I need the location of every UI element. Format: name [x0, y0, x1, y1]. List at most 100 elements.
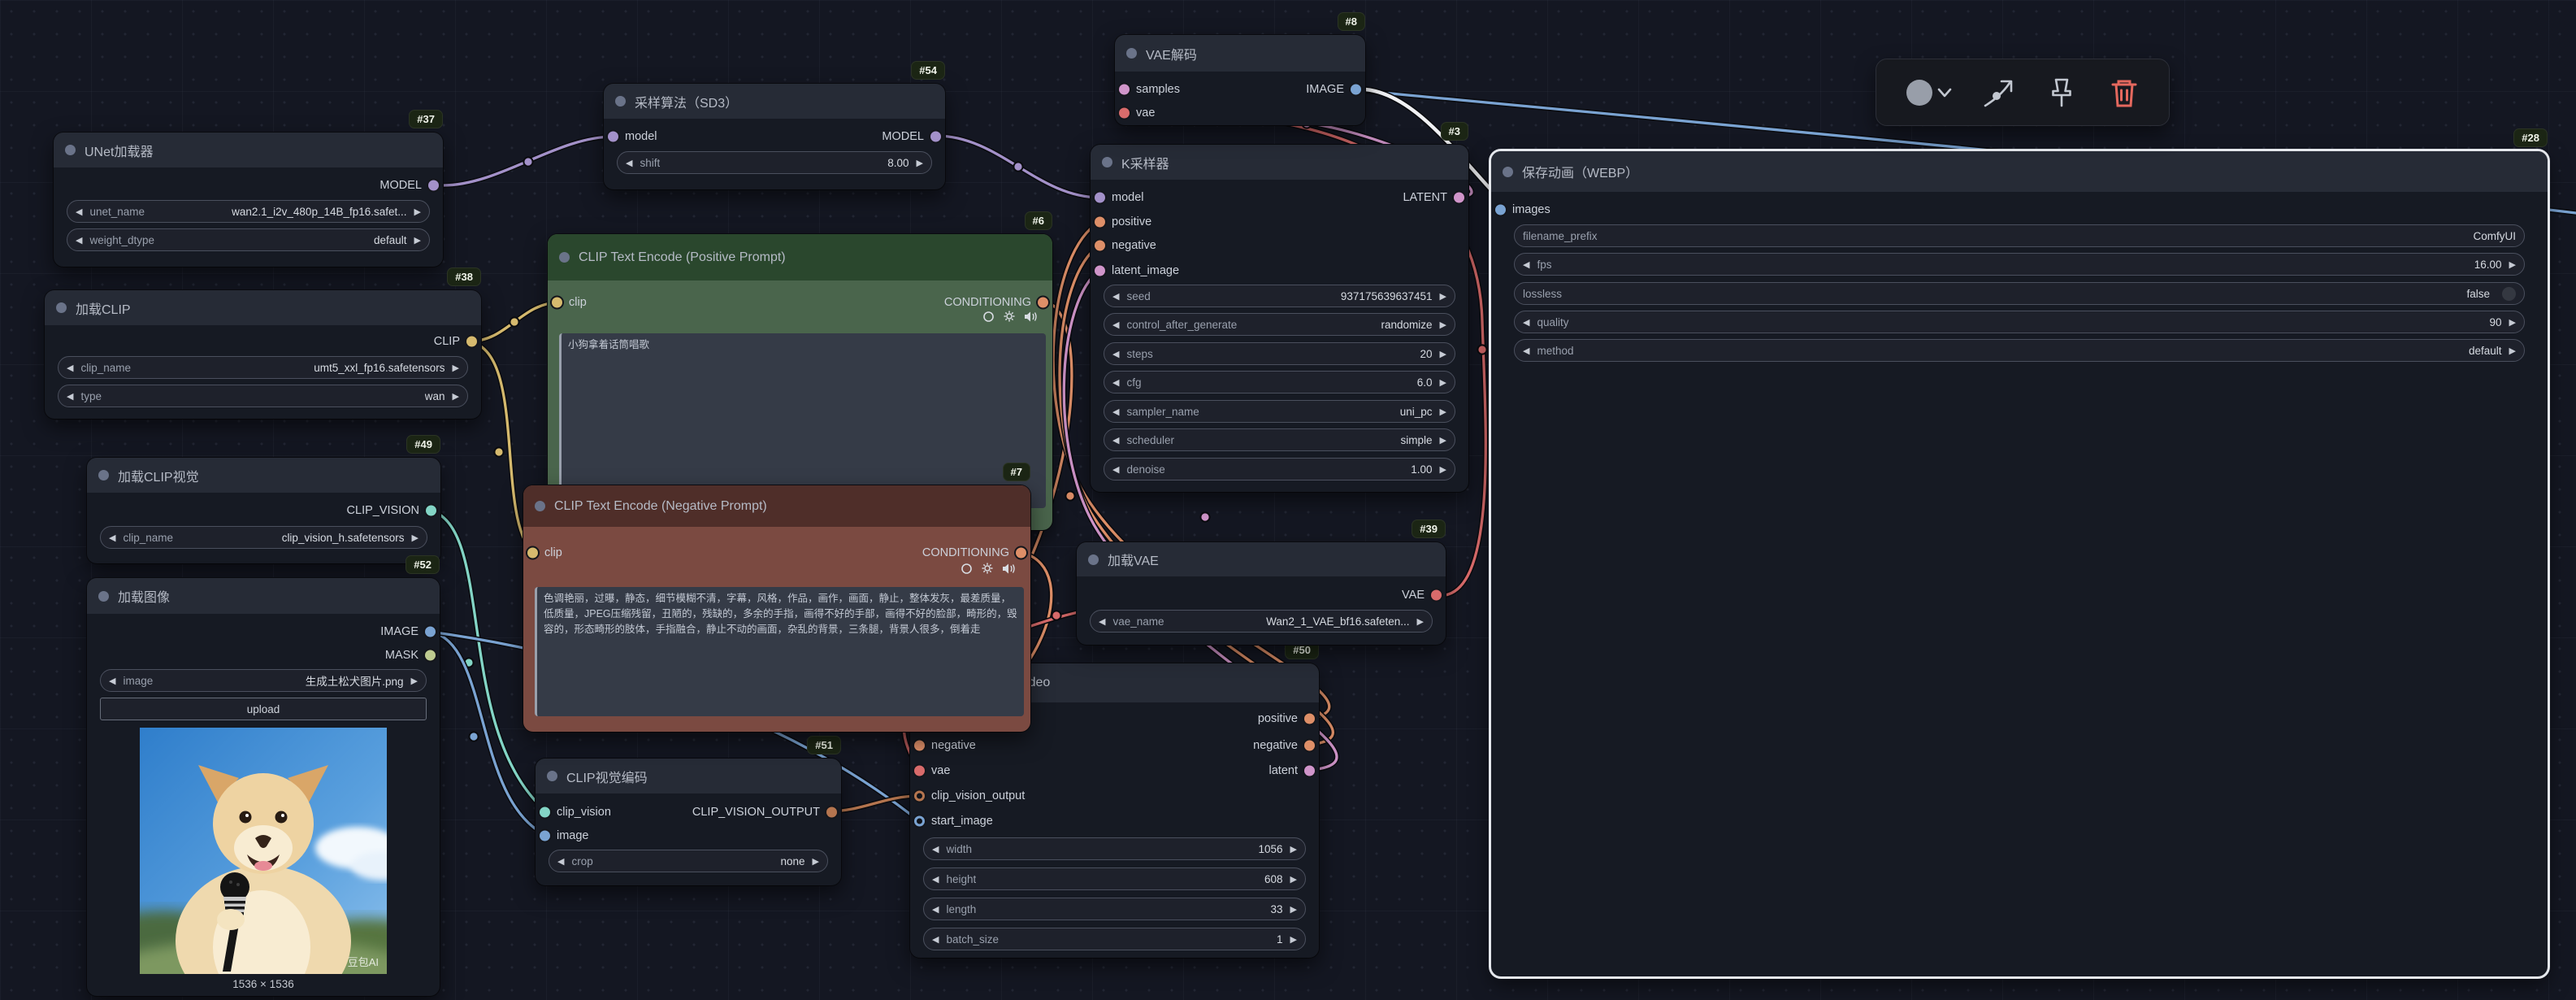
vae-input-port[interactable]	[1119, 108, 1130, 119]
decrement-arrow-icon[interactable]: ◀	[1112, 435, 1119, 446]
decrement-arrow-icon[interactable]: ◀	[1523, 317, 1529, 328]
collapse-dot-icon[interactable]	[547, 771, 557, 781]
decrement-arrow-icon[interactable]: ◀	[1523, 259, 1529, 270]
negative-output-port[interactable]	[1304, 741, 1315, 751]
node-clip-text-encode-negative[interactable]: #7CLIP Text Encode (Negative Prompt)clip…	[523, 485, 1030, 732]
scheduler-widget[interactable]: ◀schedulersimple▶	[1104, 428, 1455, 451]
width-widget[interactable]: ◀width1056▶	[923, 837, 1306, 860]
node-load-vae[interactable]: #39加载VAEVAE◀vae_nameWan2_1_VAE_bf16.safe…	[1077, 542, 1446, 645]
node-load-clip-vision[interactable]: #49加载CLIP视觉CLIP_VISION◀clip_nameclip_vis…	[87, 458, 440, 563]
collapse-dot-icon[interactable]	[535, 501, 545, 511]
collapse-dot-icon[interactable]	[1102, 157, 1112, 167]
node-load-clip[interactable]: #38加载CLIPCLIP◀clip_nameumt5_xxl_fp16.saf…	[45, 290, 481, 419]
decrement-arrow-icon[interactable]: ◀	[932, 844, 939, 854]
increment-arrow-icon[interactable]: ▶	[1440, 349, 1446, 359]
settings-gear-icon[interactable]	[981, 562, 994, 575]
node-title-bar[interactable]: CLIP Text Encode (Positive Prompt)	[548, 234, 1052, 280]
toggle-knob-icon[interactable]	[2502, 287, 2516, 301]
denoise-widget[interactable]: ◀denoise1.00▶	[1104, 458, 1455, 480]
node-load-image[interactable]: #52加载图像IMAGEMASK◀image生成土松犬图片.png▶upload…	[87, 578, 440, 996]
decrement-arrow-icon[interactable]: ◀	[1112, 291, 1119, 302]
node-save-animated-webp[interactable]: #28保存动画（WEBP）imagesfilename_prefixComfyU…	[1491, 151, 2548, 976]
increment-arrow-icon[interactable]: ▶	[412, 533, 418, 543]
link-midpoint-dot[interactable]	[510, 317, 518, 326]
node-clip-vision-encode[interactable]: #51CLIP视觉编码clip_visionCLIP_VISION_OUTPUT…	[536, 759, 841, 885]
node-vae-decode[interactable]: #8VAE解码samplesIMAGEvae	[1115, 35, 1365, 125]
length-widget[interactable]: ◀length33▶	[923, 898, 1306, 920]
collapse-dot-icon[interactable]	[559, 252, 570, 263]
link-midpoint-dot[interactable]	[1477, 345, 1486, 354]
increment-arrow-icon[interactable]: ▶	[2509, 259, 2516, 270]
decrement-arrow-icon[interactable]: ◀	[932, 934, 939, 945]
node-title-bar[interactable]: CLIP Text Encode (Negative Prompt)	[523, 485, 1030, 527]
settings-gear-icon[interactable]	[1003, 310, 1016, 323]
fps-widget[interactable]: ◀fps16.00▶	[1514, 253, 2525, 276]
decrement-arrow-icon[interactable]: ◀	[76, 207, 82, 217]
image-widget[interactable]: ◀image生成土松犬图片.png▶	[100, 669, 427, 692]
increment-arrow-icon[interactable]: ▶	[453, 391, 459, 402]
link-midpoint-dot[interactable]	[494, 447, 503, 456]
node-title-bar[interactable]: 加载CLIP视觉	[87, 458, 440, 493]
collapse-dot-icon[interactable]	[98, 470, 109, 480]
node-title-bar[interactable]: 采样算法（SD3）	[604, 84, 945, 119]
VAE-output-port[interactable]	[1431, 590, 1442, 601]
CLIP-output-port[interactable]	[466, 337, 477, 347]
collapse-dot-icon[interactable]	[56, 302, 67, 313]
decrement-arrow-icon[interactable]: ◀	[1112, 407, 1119, 417]
decrement-arrow-icon[interactable]: ◀	[1523, 346, 1529, 356]
increment-arrow-icon[interactable]: ▶	[1440, 435, 1446, 446]
weight_dtype-widget[interactable]: ◀weight_dtypedefault▶	[67, 228, 430, 251]
link-midpoint-dot[interactable]	[523, 157, 532, 166]
link-midpoint-dot[interactable]	[1065, 491, 1074, 500]
increment-arrow-icon[interactable]: ▶	[1440, 291, 1446, 302]
prompt-textarea[interactable]: 色调艳丽，过曝，静态，细节模糊不清，字幕，风格，作品，画作，画面，静止，整体发灰…	[535, 587, 1024, 716]
collapse-dot-icon[interactable]	[98, 591, 109, 602]
model-input-port[interactable]	[1095, 193, 1105, 203]
increment-arrow-icon[interactable]: ▶	[1290, 874, 1297, 885]
increment-arrow-icon[interactable]: ▶	[1417, 616, 1424, 627]
LATENT-output-port[interactable]	[1454, 193, 1464, 203]
decrement-arrow-icon[interactable]: ◀	[67, 363, 73, 373]
node-ksampler[interactable]: #3K采样器modelLATENTpositivenegativelatent_…	[1091, 145, 1468, 492]
increment-arrow-icon[interactable]: ▶	[414, 235, 421, 246]
quality-widget[interactable]: ◀quality90▶	[1514, 311, 2525, 333]
decrement-arrow-icon[interactable]: ◀	[1099, 616, 1105, 627]
increment-arrow-icon[interactable]: ▶	[2509, 346, 2516, 356]
increment-arrow-icon[interactable]: ▶	[1440, 320, 1446, 330]
IMAGE-output-port[interactable]	[1351, 85, 1361, 95]
clip_vision-input-port[interactable]	[540, 807, 550, 818]
decrement-arrow-icon[interactable]: ◀	[626, 158, 632, 168]
link-midpoint-dot[interactable]	[1200, 512, 1209, 521]
delete-node-button[interactable]	[2106, 75, 2142, 111]
clip_vision_output-input-port[interactable]	[914, 791, 925, 802]
decrement-arrow-icon[interactable]: ◀	[109, 533, 115, 543]
model-input-port[interactable]	[608, 132, 618, 142]
MODEL-output-port[interactable]	[930, 132, 941, 142]
crop-widget[interactable]: ◀cropnone▶	[549, 850, 828, 872]
node-graph-canvas[interactable]: #50WanImageToVideopositivepositivenegati…	[0, 0, 2576, 1000]
method-widget[interactable]: ◀methoddefault▶	[1514, 339, 2525, 362]
positive-input-port[interactable]	[1095, 217, 1105, 228]
node-title-bar[interactable]: UNet加载器	[54, 133, 443, 167]
node-title-bar[interactable]: 保存动画（WEBP）	[1491, 151, 2548, 192]
increment-arrow-icon[interactable]: ▶	[411, 676, 418, 686]
clip-input-port[interactable]	[552, 298, 562, 308]
unet_name-widget[interactable]: ◀unet_namewan2.1_i2v_480p_14B_fp16.safet…	[67, 200, 430, 223]
CLIP_VISION-output-port[interactable]	[426, 506, 436, 516]
CONDITIONING-output-port[interactable]	[1038, 298, 1048, 308]
filename_prefix-widget[interactable]: filename_prefixComfyUI	[1514, 224, 2525, 247]
collapse-dot-icon[interactable]	[1503, 167, 1513, 177]
lossless-widget[interactable]: losslessfalse	[1514, 282, 2525, 305]
link-midpoint-dot[interactable]	[1013, 162, 1022, 171]
collapse-dot-icon[interactable]	[615, 96, 626, 107]
prompt-textarea[interactable]: 小狗拿着话筒唱歌	[559, 333, 1046, 508]
batch_size-widget[interactable]: ◀batch_size1▶	[923, 928, 1306, 950]
negative-input-port[interactable]	[914, 741, 925, 751]
link-midpoint-dot[interactable]	[469, 732, 478, 741]
decrement-arrow-icon[interactable]: ◀	[67, 391, 73, 402]
decrement-arrow-icon[interactable]: ◀	[932, 904, 939, 915]
strength-ring-icon[interactable]	[982, 311, 995, 323]
vae_name-widget[interactable]: ◀vae_nameWan2_1_VAE_bf16.safeten...▶	[1090, 610, 1433, 633]
bypass-route-button[interactable]	[1980, 75, 2018, 111]
latent-output-port[interactable]	[1304, 766, 1315, 776]
